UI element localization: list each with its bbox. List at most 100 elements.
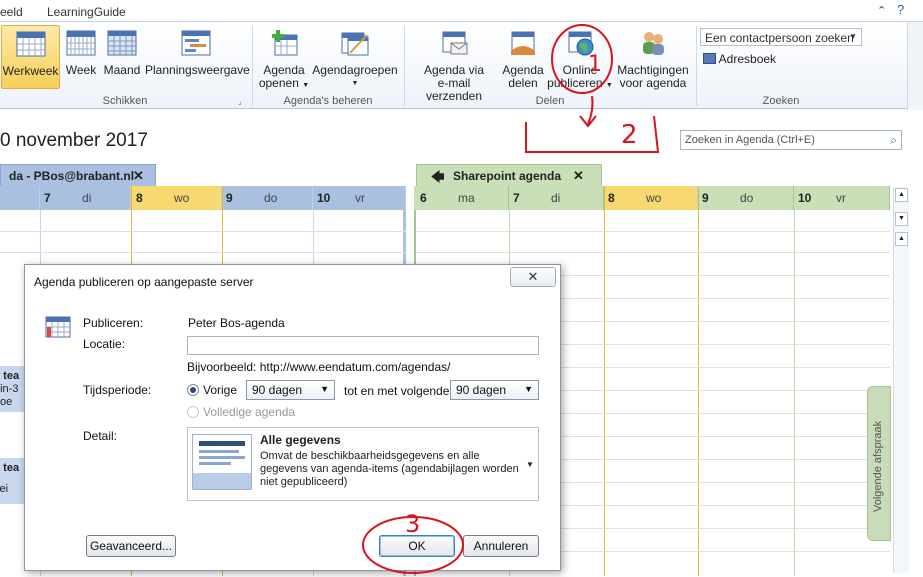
agenda-email-button[interactable]: Agenda via e-mail verzenden	[408, 29, 500, 103]
ok-button[interactable]: OK	[379, 535, 455, 557]
group-label-delen: Delen	[535, 95, 565, 107]
publish-calendar-dialog: Agenda publiceren op aangepaste server ✕…	[24, 264, 561, 571]
volgende-select[interactable]: 90 dagen ▼	[450, 380, 539, 400]
detail-select[interactable]: Alle gegevens Omvat de beschikbaarheidsg…	[187, 427, 539, 501]
calendar-add-icon	[272, 30, 298, 56]
calendar-icon	[45, 316, 71, 338]
calendar-week-icon	[66, 30, 96, 56]
day-header-today[interactable]: 8 wo	[131, 186, 222, 210]
locatie-label: Locatie:	[83, 337, 126, 351]
detail-label: Detail:	[83, 429, 118, 443]
share-calendar-icon	[511, 31, 535, 55]
day-header[interactable]: 7 di	[509, 186, 604, 210]
agendagroepen-button[interactable]: Agendagroepen ▼	[311, 29, 399, 90]
grid-row-line	[416, 252, 890, 253]
geavanceerd-button[interactable]: Geavanceerd...	[86, 535, 176, 557]
vorige-select-value: 90 dagen	[252, 383, 303, 397]
publiceren-label: Publiceren:	[83, 316, 144, 330]
agenda-openen-button[interactable]: Agenda openen ▼	[258, 29, 310, 92]
dialog-title: Agenda publiceren op aangepaste server	[34, 275, 254, 289]
contact-search-input[interactable]: Een contactpersoon zoeken ▼	[700, 28, 862, 46]
dropdown-arrow-icon: ▼	[302, 82, 310, 89]
adresboek-label: Adresboek	[718, 52, 777, 66]
annotation-number-2: 2	[621, 120, 638, 150]
tab-learningguide[interactable]: LearningGuide	[47, 5, 126, 19]
group-label-schikken: Schikken	[102, 95, 148, 107]
day-header-today[interactable]: 8 wo	[604, 186, 698, 210]
group-separator	[404, 26, 405, 106]
agenda-delen-button[interactable]: Agenda delen	[500, 29, 546, 90]
grid-row-line	[0, 252, 406, 253]
appointment-text: oe	[0, 396, 13, 408]
collapse-ribbon-icon[interactable]: ⌃	[877, 4, 886, 17]
dropdown-arrow-icon: ▼	[524, 384, 533, 394]
calendar-month-icon	[107, 30, 137, 56]
appointment-item[interactable]: s tea ein-3 oe	[0, 366, 24, 412]
publiceren-value: Peter Bos-agenda	[188, 316, 285, 330]
next-appointment-tab[interactable]: Volgende afspraak	[867, 386, 891, 541]
vorige-radio[interactable]	[187, 384, 199, 396]
appointment-text: sei	[0, 483, 9, 495]
annuleren-button[interactable]: Annuleren	[463, 535, 539, 557]
scroll-up-icon[interactable]: ▲	[895, 232, 908, 246]
dialog-launcher-icon[interactable]: ⌟	[238, 97, 242, 106]
permissions-users-icon	[643, 32, 664, 55]
calendar-scrollbar[interactable]: ▲ ▼ ▲	[893, 187, 909, 573]
calendar-header: 0 november 2017 Zoeken in Agenda (Ctrl+E…	[0, 110, 915, 162]
week-button[interactable]: Week	[63, 29, 99, 77]
day-header[interactable]: 10 vr	[794, 186, 890, 210]
day-header[interactable]: 6 ma	[416, 186, 509, 210]
scroll-down-icon[interactable]: ▼	[895, 212, 908, 226]
vorige-select[interactable]: 90 dagen ▼	[246, 380, 335, 400]
tab-pbos-calendar[interactable]: da - PBos@brabant.nl ✕	[0, 164, 156, 186]
machtigingen-button[interactable]: Machtigingen voor agenda	[614, 29, 692, 90]
dropdown-arrow-icon: ▼	[605, 82, 613, 89]
search-icon: ⌕	[890, 133, 897, 147]
planningsweergave-button[interactable]: Planningsweergave	[145, 29, 250, 77]
close-icon[interactable]: ✕	[133, 168, 144, 184]
day-header[interactable]: 10 vr	[313, 186, 406, 210]
help-icon[interactable]: ?	[897, 2, 904, 17]
scroll-up-icon[interactable]: ▲	[895, 188, 908, 202]
ribbon-scrollbar[interactable]	[907, 22, 923, 110]
tab-sharepoint-calendar[interactable]: 🡄 Sharepoint agenda ✕	[416, 164, 602, 186]
agenda-openen-label-2: openen ▼	[258, 76, 310, 90]
agenda-delen-label-2: delen	[508, 76, 538, 90]
locatie-input[interactable]	[187, 336, 539, 355]
grid-column-line-today	[698, 186, 699, 576]
adresboek-button[interactable]: Adresboek	[703, 52, 776, 66]
online-publiceren-button[interactable]: Online publiceren ▼	[547, 29, 613, 92]
group-separator	[696, 26, 697, 106]
locatie-value	[188, 337, 191, 351]
grid-column-line-today	[604, 186, 605, 576]
contact-search-placeholder: Een contactpersoon zoeken	[705, 31, 854, 45]
day-header[interactable]: 7 di	[40, 186, 131, 210]
machtigingen-label-2: voor agenda	[619, 76, 687, 90]
agendagroepen-label: Agendagroepen	[312, 63, 398, 77]
example-text: Bijvoorbeeld: http://www.eendatum.com/ag…	[187, 360, 451, 374]
appointment-text: ein-3	[0, 383, 19, 395]
detail-preview-icon	[192, 434, 252, 490]
day-header[interactable]	[0, 186, 40, 210]
dropdown-arrow-icon: ▼	[849, 32, 857, 41]
tot-en-met-label: tot en met volgende	[344, 384, 450, 398]
annotation-number-1: 1	[588, 52, 602, 77]
day-header[interactable]: 9 do	[222, 186, 313, 210]
maand-button[interactable]: Maand	[102, 29, 142, 77]
calendar-week-icon	[16, 31, 45, 57]
volledige-agenda-radio[interactable]	[187, 406, 199, 418]
schedule-view-icon	[181, 30, 211, 56]
tab-partial[interactable]: eeld	[0, 5, 23, 19]
dropdown-arrow-icon[interactable]: ▼	[526, 460, 534, 469]
calendar-search-input[interactable]: Zoeken in Agenda (Ctrl+E) ⌕	[680, 130, 902, 150]
day-header[interactable]: 9 do	[698, 186, 794, 210]
close-icon[interactable]: ✕	[573, 168, 584, 184]
werkweek-button[interactable]: Werkweek	[1, 25, 60, 89]
volledige-agenda-label: Volledige agenda	[203, 405, 296, 419]
calendar-groups-icon	[341, 32, 369, 56]
calendar-search-placeholder: Zoeken in Agenda (Ctrl+E)	[685, 134, 815, 146]
close-button[interactable]: ✕	[510, 267, 556, 287]
grid-row-line	[0, 231, 406, 232]
appointment-item[interactable]: s tea sei	[0, 458, 24, 504]
annotation-number-3: 3	[405, 510, 421, 538]
